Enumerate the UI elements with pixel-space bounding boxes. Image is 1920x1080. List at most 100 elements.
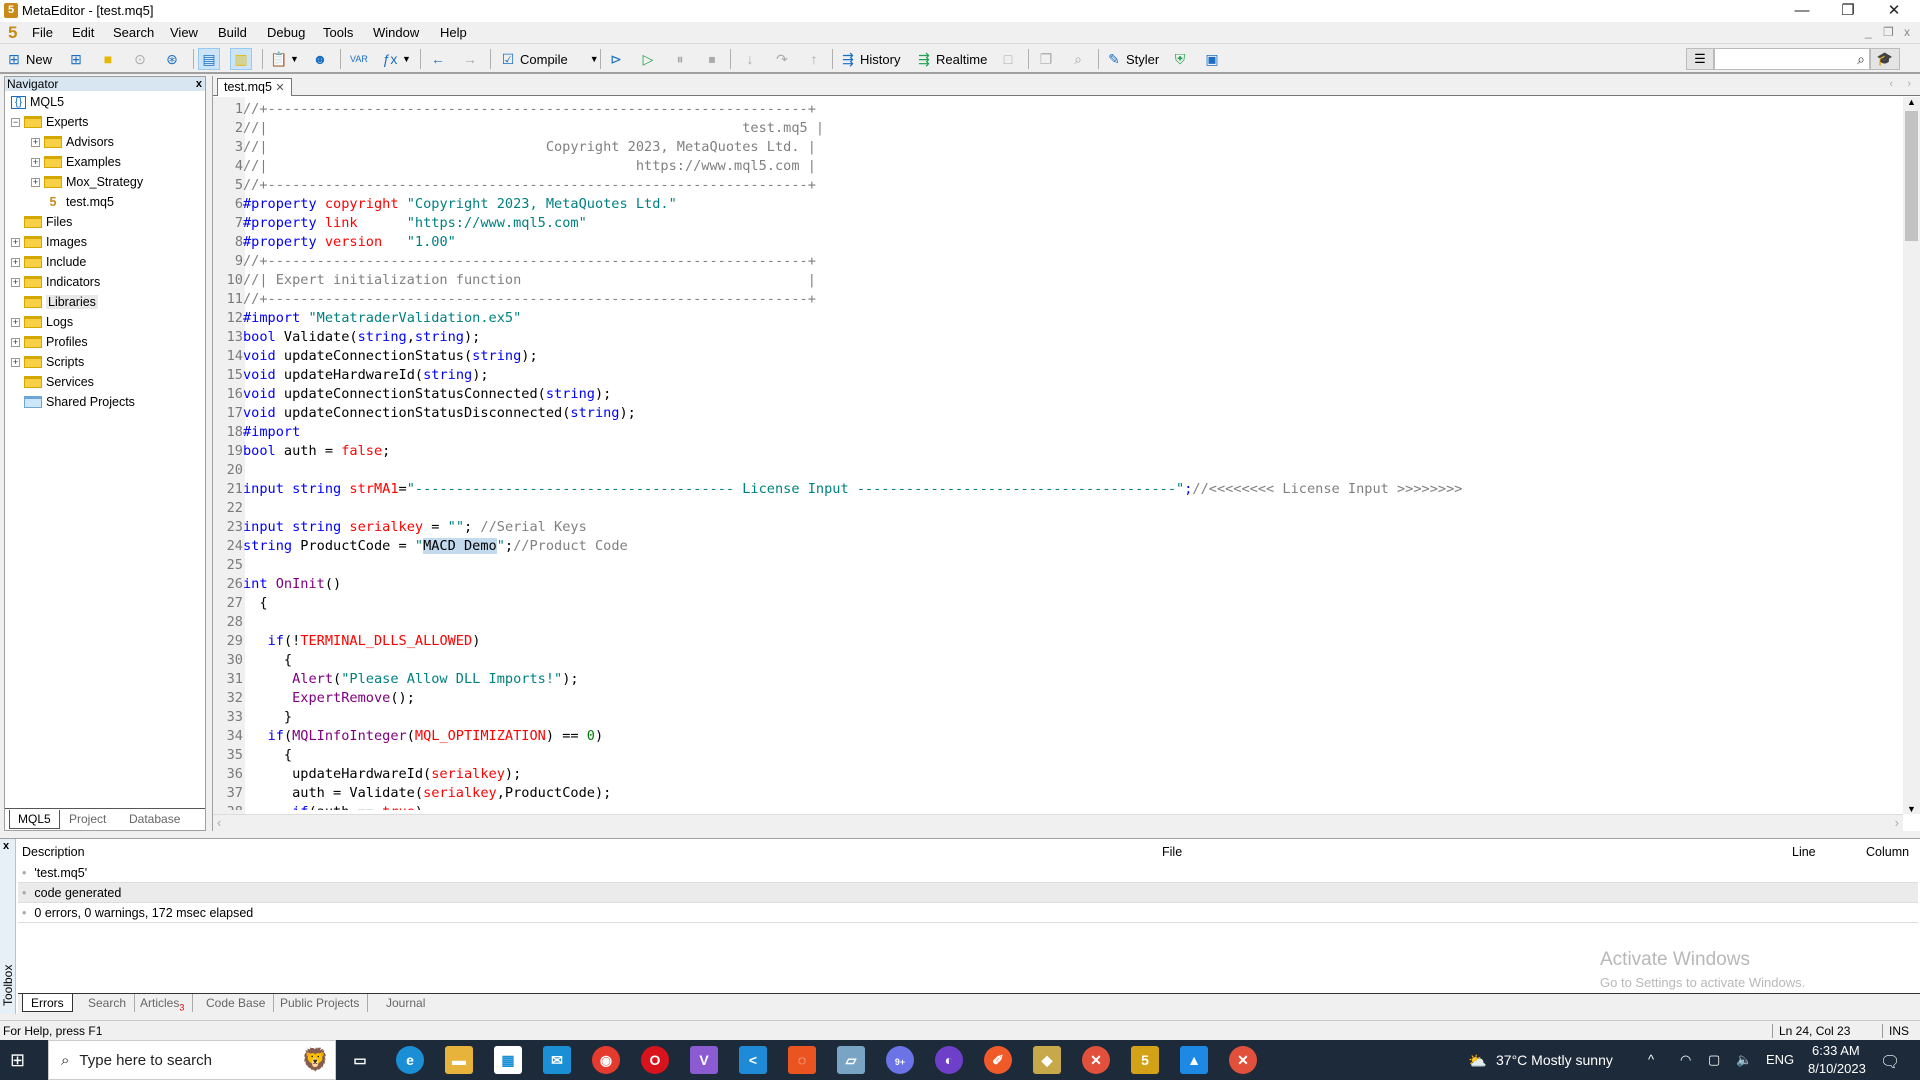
menu-tools[interactable]: Tools xyxy=(323,25,353,40)
menu-debug[interactable]: Debug xyxy=(267,25,305,40)
ubuntu-icon[interactable]: ◌ xyxy=(788,1046,816,1074)
tree-item-examples[interactable]: + Examples xyxy=(31,153,121,171)
scroll-right-icon[interactable]: › xyxy=(1895,815,1899,830)
mql5-learn-button[interactable]: 🎓 xyxy=(1870,48,1900,70)
tab-journal[interactable]: Journal xyxy=(378,994,433,1012)
profile-button[interactable]: ⌕ xyxy=(1068,48,1088,70)
weather-text[interactable]: 37°C Mostly sunny xyxy=(1496,1052,1613,1068)
tree-item-mql5[interactable]: {} MQL5 xyxy=(11,93,64,111)
store-icon[interactable]: ▦ xyxy=(494,1046,522,1074)
code-line[interactable]: 12#import "MetatraderValidation.ex5" xyxy=(213,309,522,328)
tree-item-libraries[interactable]: Libraries xyxy=(11,293,98,311)
column-description[interactable]: Description xyxy=(22,845,85,859)
code-line[interactable]: 13bool Validate(string,string); xyxy=(213,328,481,347)
menu-file[interactable]: File xyxy=(32,25,53,40)
volume-icon[interactable]: 🔈 xyxy=(1736,1052,1752,1068)
code-line[interactable]: 38 if(auth == true) xyxy=(213,803,423,810)
chart-button[interactable]: ▣ xyxy=(1202,48,1222,70)
github-icon[interactable]: ◐ xyxy=(935,1046,963,1074)
code-line[interactable]: 17void updateConnectionStatusDisconnecte… xyxy=(213,404,636,423)
vertical-scrollbar[interactable]: ▲ ▼ xyxy=(1903,97,1920,814)
metaeditor-taskbar-icon[interactable]: 5 xyxy=(1131,1046,1159,1074)
menu-search[interactable]: Search xyxy=(113,25,154,40)
app-icon[interactable]: ◆ xyxy=(1033,1046,1061,1074)
meet-icon[interactable]: ▢ xyxy=(1708,1052,1720,1068)
close-tab-icon[interactable]: ✕ xyxy=(275,82,284,94)
tree-item-shared-projects[interactable]: Shared Projects xyxy=(11,393,135,411)
menu-view[interactable]: View xyxy=(170,25,198,40)
run-button[interactable]: ▷ xyxy=(638,48,658,70)
save-all-button[interactable]: ⊛ xyxy=(162,48,182,70)
pause-button[interactable]: ⏸ xyxy=(670,48,690,70)
tree-item-images[interactable]: + Images xyxy=(11,233,87,251)
code-line[interactable]: 9//+------------------------------------… xyxy=(213,252,816,271)
code-line[interactable]: 19bool auth = false; xyxy=(213,442,391,461)
insert-function-button[interactable]: ƒx ▼ xyxy=(380,48,413,70)
tree-item-logs[interactable]: + Logs xyxy=(11,313,73,331)
code-line[interactable]: 14void updateConnectionStatus(string); xyxy=(213,347,538,366)
xampp-icon[interactable]: ✕ xyxy=(1082,1046,1110,1074)
expand-icon[interactable]: + xyxy=(11,317,20,327)
code-text-area[interactable]: 1//+------------------------------------… xyxy=(213,100,1903,810)
chrome-icon[interactable]: ◉ xyxy=(592,1046,620,1074)
insert-variable-button[interactable]: VAR xyxy=(348,48,368,70)
code-line[interactable]: 28 xyxy=(213,613,243,632)
scroll-left-icon[interactable]: ‹ xyxy=(217,815,221,830)
new-project-button[interactable]: ⊞ xyxy=(66,48,86,70)
code-line[interactable]: 21input string strMA1="-----------------… xyxy=(213,480,1463,499)
code-line[interactable]: 16void updateConnectionStatusConnected(s… xyxy=(213,385,612,404)
realtime-button[interactable]: ⇶ Realtime xyxy=(914,48,989,70)
history-button[interactable]: ⇶ History xyxy=(838,48,902,70)
expand-icon[interactable]: + xyxy=(11,237,20,247)
menu-window[interactable]: Window xyxy=(373,25,419,40)
code-line[interactable]: 30 { xyxy=(213,651,292,670)
cloud-protect-button[interactable]: ⛨ xyxy=(1170,48,1190,70)
expand-icon[interactable]: + xyxy=(11,357,20,367)
tree-item-profiles[interactable]: + Profiles xyxy=(11,333,88,351)
expand-icon[interactable]: + xyxy=(11,277,20,287)
expand-icon[interactable]: + xyxy=(31,157,40,167)
code-line[interactable]: 1//+------------------------------------… xyxy=(213,100,816,119)
tree-item-advisors[interactable]: + Advisors xyxy=(31,133,114,151)
tab-code-base[interactable]: Code Base xyxy=(198,994,275,1012)
opera-icon[interactable]: O xyxy=(641,1046,669,1074)
code-line[interactable]: 25 xyxy=(213,556,243,575)
paste-dropdown-button[interactable]: 📋 ▼ xyxy=(268,48,301,70)
code-line[interactable]: 33 } xyxy=(213,708,292,727)
open-button[interactable]: ■ xyxy=(98,48,118,70)
tree-item-test-mq5[interactable]: 5 test.mq5 xyxy=(31,193,114,211)
tree-item-experts[interactable]: − Experts xyxy=(11,113,88,131)
tab-test-mq5[interactable]: test.mq5 ✕ xyxy=(217,78,292,96)
message-row[interactable]: • 0 errors, 0 warnings, 172 msec elapsed xyxy=(18,903,1918,923)
tree-item-scripts[interactable]: + Scripts xyxy=(11,353,84,371)
step-over-button[interactable]: ↷ xyxy=(772,48,792,70)
photos-icon[interactable]: ▲ xyxy=(1180,1046,1208,1074)
copy-button[interactable]: ❐ xyxy=(1036,48,1056,70)
tab-errors[interactable]: Errors xyxy=(22,994,73,1012)
ai-assistant-button[interactable]: ☻ xyxy=(310,48,330,70)
save-disabled-button[interactable]: ⊙ xyxy=(130,48,150,70)
message-row[interactable]: • 'test.mq5' xyxy=(18,863,1918,883)
code-line[interactable]: 31 Alert("Please Allow DLL Imports!"); xyxy=(213,670,579,689)
forward-button[interactable]: → xyxy=(460,48,480,70)
menu-build[interactable]: Build xyxy=(218,25,247,40)
code-line[interactable]: 15void updateHardwareId(string); xyxy=(213,366,489,385)
code-line[interactable]: 20 xyxy=(213,461,243,480)
code-line[interactable]: 32 ExpertRemove(); xyxy=(213,689,415,708)
expand-icon[interactable]: + xyxy=(11,257,20,267)
tree-item-indicators[interactable]: + Indicators xyxy=(11,273,100,291)
mail-icon[interactable]: ✉ xyxy=(543,1046,571,1074)
tree-item-files[interactable]: Files xyxy=(11,213,72,231)
code-line[interactable]: 11//+-----------------------------------… xyxy=(213,290,816,309)
code-line[interactable]: 10//| Expert initialization function | xyxy=(213,271,816,290)
tab-project[interactable]: Project xyxy=(61,810,114,828)
scroll-up-icon[interactable]: ▲ xyxy=(1907,97,1916,107)
clock-time[interactable]: 6:33 AM xyxy=(1812,1043,1860,1058)
step-into-button[interactable]: ↓ xyxy=(740,48,760,70)
search-input[interactable]: ⌕ xyxy=(1714,48,1870,70)
back-button[interactable]: ← xyxy=(428,48,448,70)
code-line[interactable]: 5//+------------------------------------… xyxy=(213,176,816,195)
code-line[interactable]: 36 updateHardwareId(serialkey); xyxy=(213,765,522,784)
code-line[interactable]: 29 if(!TERMINAL_DLLS_ALLOWED) xyxy=(213,632,481,651)
tab-mql5[interactable]: MQL5 xyxy=(9,810,60,829)
